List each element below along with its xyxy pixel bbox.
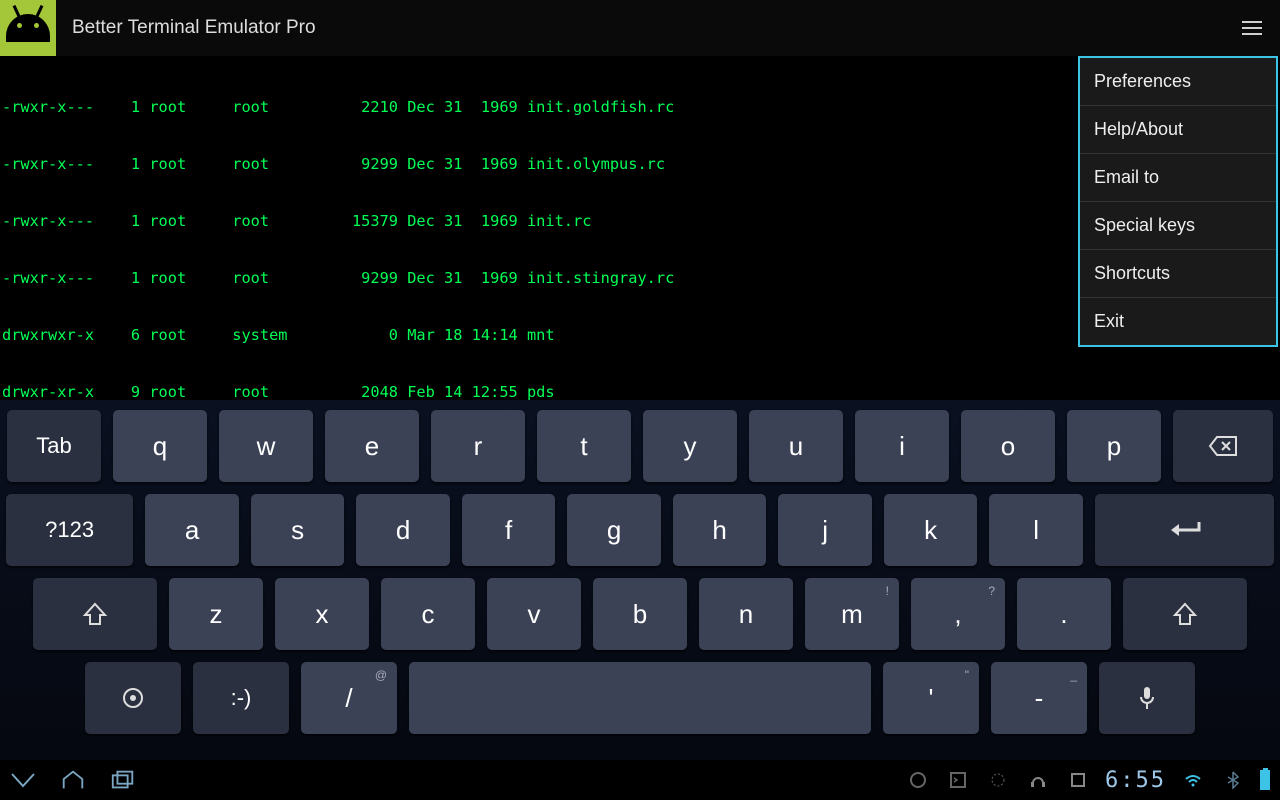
key-v[interactable]: v: [487, 578, 581, 650]
key-sup: ": [965, 668, 969, 682]
status-terminal-icon: [945, 767, 971, 793]
key-g[interactable]: g: [567, 494, 661, 566]
title-bar: Better Terminal Emulator Pro: [0, 0, 1280, 56]
key-b[interactable]: b: [593, 578, 687, 650]
key-y[interactable]: y: [643, 410, 737, 482]
key-x[interactable]: x: [275, 578, 369, 650]
key-a[interactable]: a: [145, 494, 239, 566]
key-f[interactable]: f: [462, 494, 556, 566]
key-apostrophe[interactable]: '": [883, 662, 979, 734]
key-c[interactable]: c: [381, 578, 475, 650]
key-shift-right[interactable]: [1123, 578, 1247, 650]
menu-item-preferences[interactable]: Preferences: [1080, 58, 1276, 106]
key-r[interactable]: r: [431, 410, 525, 482]
status-battery-icon: [1260, 770, 1270, 790]
shift-icon: [82, 601, 108, 627]
key-settings[interactable]: [85, 662, 181, 734]
key-shift-left[interactable]: [33, 578, 157, 650]
on-screen-keyboard: Tab q w e r t y u i o p ?123 a s d f g h…: [0, 400, 1280, 760]
key-d[interactable]: d: [356, 494, 450, 566]
shift-icon: [1172, 601, 1198, 627]
key-tab[interactable]: Tab: [7, 410, 101, 482]
backspace-icon: [1208, 435, 1238, 457]
key-w[interactable]: w: [219, 410, 313, 482]
status-download-icon: [1065, 767, 1091, 793]
status-wifi-icon: [1180, 767, 1206, 793]
key-q[interactable]: q: [113, 410, 207, 482]
mic-icon: [1137, 685, 1157, 711]
nav-recent-button[interactable]: [110, 767, 136, 793]
keyboard-row-4: :-) /@ '" -_: [6, 662, 1274, 734]
key-i[interactable]: i: [855, 410, 949, 482]
key-symbols[interactable]: ?123: [6, 494, 133, 566]
key-t[interactable]: t: [537, 410, 631, 482]
menu-item-email-to[interactable]: Email to: [1080, 154, 1276, 202]
key-e[interactable]: e: [325, 410, 419, 482]
key-voice[interactable]: [1099, 662, 1195, 734]
target-icon: [120, 685, 146, 711]
key-space[interactable]: [409, 662, 871, 734]
nav-back-button[interactable]: [10, 767, 36, 793]
key-label: /: [345, 683, 352, 714]
key-h[interactable]: h: [673, 494, 767, 566]
key-k[interactable]: k: [884, 494, 978, 566]
status-clock: 6:55: [1105, 768, 1166, 793]
status-sync-icon: [985, 767, 1011, 793]
keyboard-row-3: z x c v b n m! ,? .: [6, 578, 1274, 650]
keyboard-row-2: ?123 a s d f g h j k l: [6, 494, 1274, 566]
key-sup: @: [375, 668, 387, 682]
status-headphones-icon: [1025, 767, 1051, 793]
key-label: m: [841, 599, 863, 630]
app-title: Better Terminal Emulator Pro: [72, 17, 316, 39]
android-icon: [6, 14, 50, 42]
system-nav-bar: 6:55: [0, 760, 1280, 800]
menu-item-shortcuts[interactable]: Shortcuts: [1080, 250, 1276, 298]
keyboard-row-1: Tab q w e r t y u i o p: [6, 410, 1274, 482]
key-u[interactable]: u: [749, 410, 843, 482]
key-sup: _: [1070, 668, 1077, 682]
key-backspace[interactable]: [1173, 410, 1273, 482]
key-period[interactable]: .: [1017, 578, 1111, 650]
key-l[interactable]: l: [989, 494, 1083, 566]
menu-item-special-keys[interactable]: Special keys: [1080, 202, 1276, 250]
key-label: ,: [954, 599, 961, 630]
terminal-line: drwxr-xr-x 9 root root 2048 Feb 14 12:55…: [2, 383, 1280, 400]
overflow-menu-button[interactable]: [1234, 10, 1270, 46]
key-dash[interactable]: -_: [991, 662, 1087, 734]
key-enter[interactable]: [1095, 494, 1274, 566]
menu-icon: [1242, 27, 1262, 29]
status-bluetooth-icon: [1220, 767, 1246, 793]
key-emoji[interactable]: :-): [193, 662, 289, 734]
key-slash[interactable]: /@: [301, 662, 397, 734]
key-label: ': [929, 683, 934, 714]
menu-item-help-about[interactable]: Help/About: [1080, 106, 1276, 154]
key-o[interactable]: o: [961, 410, 1055, 482]
key-m[interactable]: m!: [805, 578, 899, 650]
status-android-icon: [905, 767, 931, 793]
key-p[interactable]: p: [1067, 410, 1161, 482]
app-icon: [0, 0, 56, 56]
overflow-menu: Preferences Help/About Email to Special …: [1078, 56, 1278, 347]
key-sup: !: [886, 584, 889, 598]
key-j[interactable]: j: [778, 494, 872, 566]
key-z[interactable]: z: [169, 578, 263, 650]
nav-home-button[interactable]: [60, 767, 86, 793]
key-label: -: [1035, 683, 1044, 714]
key-n[interactable]: n: [699, 578, 793, 650]
key-comma[interactable]: ,?: [911, 578, 1005, 650]
key-sup: ?: [988, 584, 995, 598]
menu-item-exit[interactable]: Exit: [1080, 298, 1276, 345]
key-s[interactable]: s: [251, 494, 345, 566]
enter-icon: [1165, 520, 1203, 540]
